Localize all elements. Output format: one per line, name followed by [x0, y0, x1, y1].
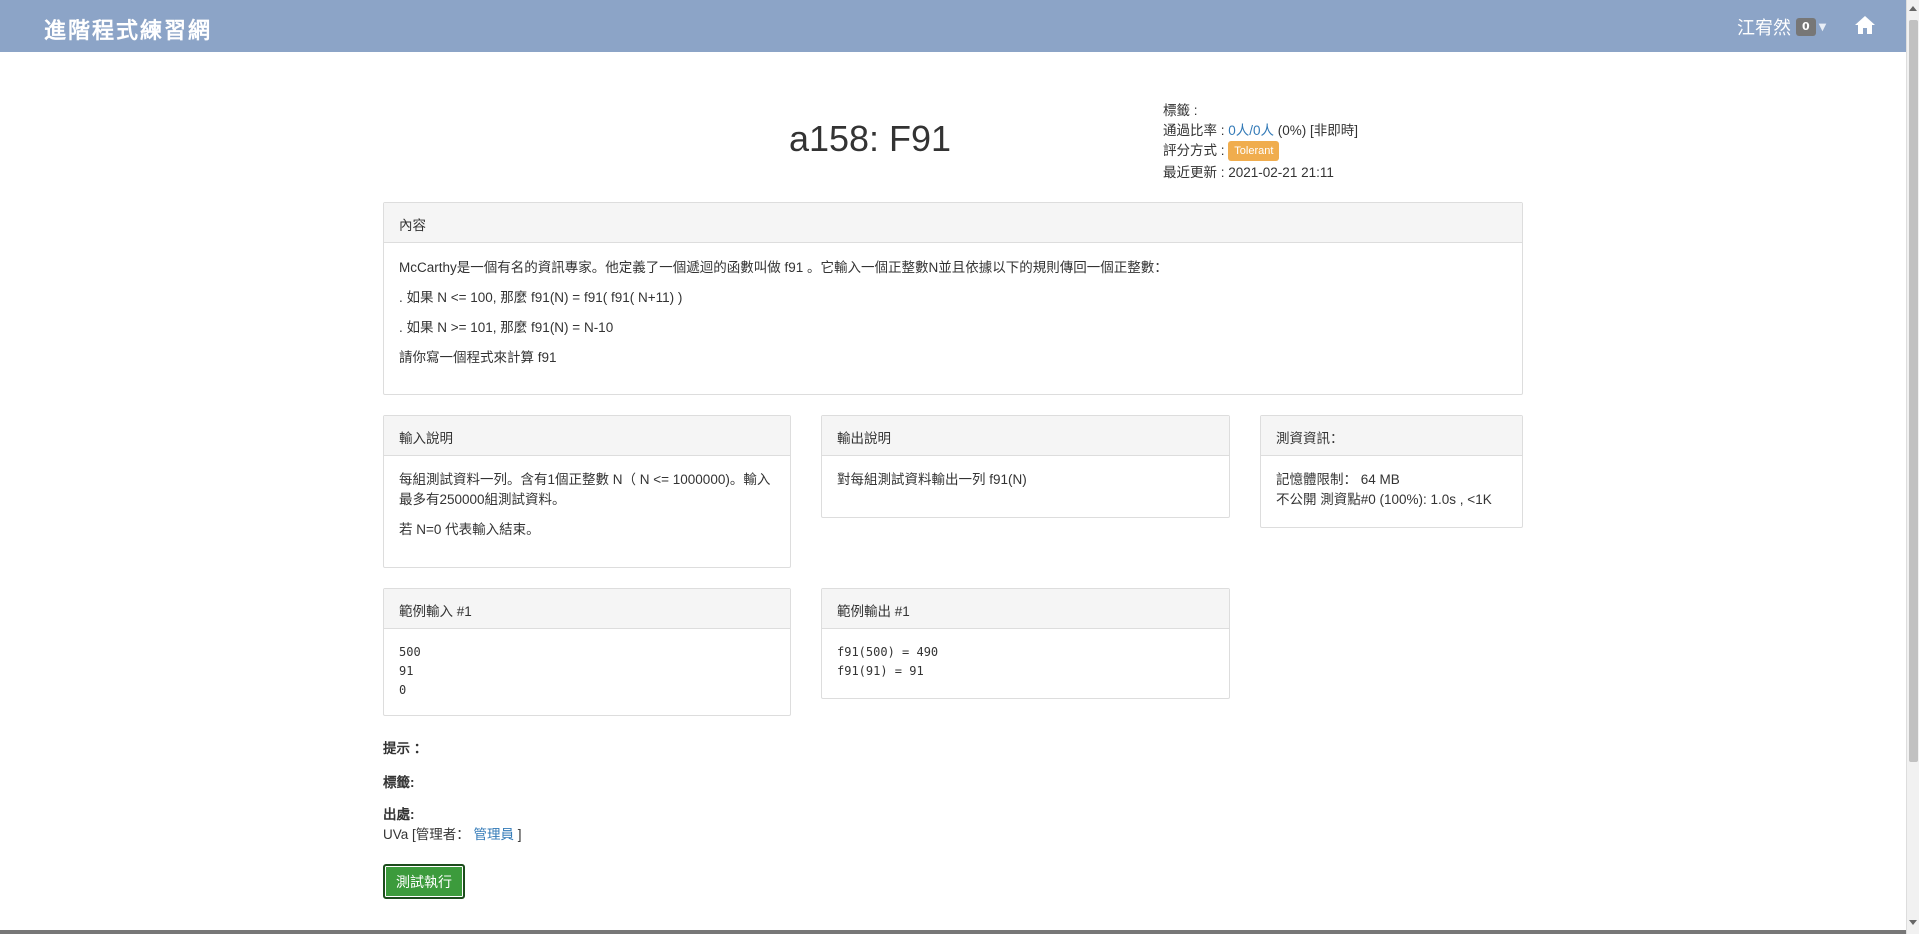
pass-rate-label: 通過比率 : [1163, 123, 1229, 138]
run-test-button[interactable]: 測試執行 [383, 864, 465, 899]
source-line: UVa [管理者： 管理員 ] [383, 825, 522, 845]
source-label: 出處: [383, 807, 415, 822]
output-body: 對每組測試資料輸出一列 f91(N) [822, 456, 1229, 514]
sample-output-panel: 範例輸出 #1 f91(500) = 490 f91(91) = 91 [821, 588, 1230, 699]
updated-value: 2021-02-21 21:11 [1228, 165, 1334, 180]
source-suffix: ] [517, 827, 522, 842]
content-panel: 內容 McCarthy是一個有名的資訊專家。他定義了一個遞迴的函數叫做 f91 … [383, 202, 1523, 395]
test-cases: 不公開 測資點#0 (100%): 1.0s , <1K [1276, 492, 1492, 507]
output-heading: 輸出說明 [822, 416, 1229, 456]
page-scrollbar[interactable] [1906, 0, 1919, 934]
pass-rate-meta: 通過比率 : 0人/0人 (0%) [非即時] [1163, 121, 1358, 141]
sample-output-heading: 範例輸出 #1 [822, 589, 1229, 629]
content-heading: 內容 [384, 203, 1522, 243]
updated-label: 最近更新 : [1163, 165, 1229, 180]
hint-label: 提示 ： [383, 741, 428, 756]
scroll-thumb[interactable] [1909, 20, 1918, 762]
input-paragraph: 每組測試資料一列。含有1個正整數 N（ N <= 1000000)。輸入最多有2… [399, 472, 771, 507]
sample-input-panel: 範例輸入 #1 500 91 0 [383, 588, 791, 716]
pass-rate-link[interactable]: 0人/0人 [1228, 123, 1274, 138]
window-bottom-edge [0, 930, 1906, 934]
sample-output-body: f91(500) = 490 f91(91) = 91 [822, 629, 1229, 695]
input-heading: 輸入說明 [384, 416, 790, 456]
content-paragraph: 請你寫一個程式來計算 f91 [399, 350, 557, 365]
scoring-badge: Tolerant [1228, 141, 1280, 162]
output-paragraph: 對每組測試資料輸出一列 f91(N) [837, 472, 1027, 487]
user-menu[interactable]: 江宥然 0 ▼ [1737, 14, 1826, 40]
memory-limit: 記憶體限制： 64 MB [1276, 472, 1400, 487]
hint-section: 提示 ： [383, 737, 427, 757]
sample-output-text[interactable]: f91(500) = 490 f91(91) = 91 [837, 643, 1214, 681]
scoring-label: 評分方式 : [1163, 143, 1229, 158]
tags-label: 標籤: [383, 775, 415, 790]
scoring-meta: 評分方式 : Tolerant [1163, 141, 1358, 163]
tags-meta: 標籤 : [1163, 103, 1198, 118]
caret-down-icon[interactable]: ▼ [1819, 22, 1827, 33]
content-body: McCarthy是一個有名的資訊專家。他定義了一個遞迴的函數叫做 f91 。它輸… [384, 243, 1522, 392]
site-brand[interactable]: 進階程式練習網 [44, 13, 212, 45]
admin-link[interactable]: 管理員 [474, 827, 515, 842]
test-info-body: 記憶體限制： 64 MB 不公開 測資點#0 (100%): 1.0s , <1… [1261, 456, 1522, 524]
source-prefix: UVa [管理者： [383, 827, 470, 842]
sample-input-heading: 範例輸入 #1 [384, 589, 790, 629]
test-info-heading: 測資資訊： [1261, 416, 1522, 456]
input-body: 每組測試資料一列。含有1個正整數 N（ N <= 1000000)。輸入最多有2… [384, 456, 790, 564]
problem-title: a158: F91 [788, 118, 952, 159]
content-paragraph: McCarthy是一個有名的資訊專家。他定義了一個遞迴的函數叫做 f91 。它輸… [399, 260, 1168, 275]
content-paragraph: . 如果 N >= 101, 那麼 f91(N) = N-10 [399, 320, 614, 335]
input-paragraph: 若 N=0 代表輸入結束。 [399, 522, 540, 537]
home-icon[interactable] [1854, 15, 1876, 35]
top-navbar: 進階程式練習網 江宥然 0 ▼ [0, 0, 1906, 52]
test-info-panel: 測資資訊： 記憶體限制： 64 MB 不公開 測資點#0 (100%): 1.0… [1260, 415, 1523, 528]
sample-input-body: 500 91 0 [384, 629, 790, 714]
output-panel: 輸出說明 對每組測試資料輸出一列 f91(N) [821, 415, 1230, 518]
input-panel: 輸入說明 每組測試資料一列。含有1個正整數 N（ N <= 1000000)。輸… [383, 415, 791, 568]
sample-input-text[interactable]: 500 91 0 [399, 643, 775, 700]
source-section: 出處: UVa [管理者： 管理員 ] [383, 805, 522, 845]
scroll-up-icon[interactable] [1909, 6, 1917, 11]
problem-meta: 標籤 : 通過比率 : 0人/0人 (0%) [非即時] 評分方式 : Tole… [1163, 101, 1358, 183]
user-name[interactable]: 江宥然 [1737, 14, 1791, 40]
user-badge: 0 [1796, 18, 1816, 36]
pass-rate-rest: (0%) [非即時] [1274, 123, 1359, 138]
content-paragraph: . 如果 N <= 100, 那麼 f91(N) = f91( f91( N+1… [399, 290, 683, 305]
tags-section: 標籤: [383, 771, 415, 791]
updated-meta: 最近更新 : 2021-02-21 21:11 [1163, 163, 1358, 183]
scroll-down-icon[interactable] [1909, 920, 1917, 925]
